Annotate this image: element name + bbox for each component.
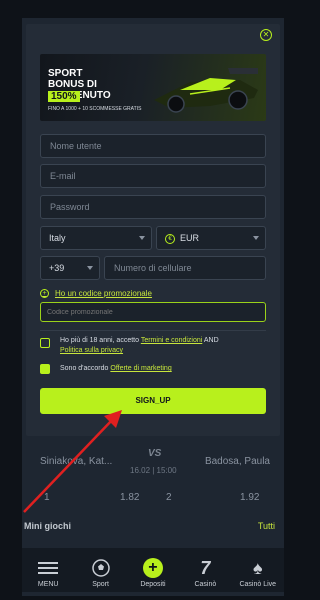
nav-label-menu: MENU (37, 581, 59, 588)
race-car-image (154, 68, 258, 113)
promo-toggle-label: Ho un codice promozionale (55, 289, 152, 298)
email-field[interactable] (40, 164, 266, 188)
chevron-down-icon (87, 266, 93, 270)
soccer-ball-icon (91, 558, 110, 578)
nav-label-deposits: Depositi (140, 581, 166, 588)
currency-select[interactable]: € EUR (156, 226, 266, 250)
nav-item-deposits[interactable]: + Depositi (129, 558, 177, 588)
country-value: Italy (49, 233, 66, 243)
divider (40, 330, 266, 331)
phone-number-field[interactable] (104, 256, 266, 280)
welcome-bonus-banner: SPORT BONUS DI BENVENUTO 150% FINO A 100… (40, 54, 266, 121)
terms-link[interactable]: Termini e condizioni (141, 337, 202, 344)
banner-subtitle: FINO A 1000 + 10 SCOMMESSE GRATIS (48, 106, 142, 112)
age-text-mid: AND (202, 337, 219, 344)
background-match-card: Siniakova, Kat... VS 16.02 | 15:00 Bados… (30, 440, 280, 560)
plus-circle-icon: + (40, 289, 49, 298)
nav-item-casino[interactable]: 7 Casinò (181, 557, 229, 589)
signup-modal: ✕ SPORT BONUS DI BENVENUTO 150% FINO A 1… (26, 24, 280, 436)
seven-icon: 7 (200, 557, 211, 578)
privacy-link[interactable]: Politica sulla privacy (60, 347, 123, 354)
team-right: Badosa, Paula (204, 456, 270, 467)
match-date: 16.02 | 15:00 (130, 466, 177, 475)
plus-icon: + (142, 558, 163, 578)
chevron-down-icon (253, 236, 259, 240)
menu-icon (38, 558, 59, 578)
country-select[interactable]: Italy (40, 226, 152, 250)
odds-label-2: 2 (166, 492, 172, 503)
username-field[interactable] (40, 134, 266, 158)
age-terms-checkbox[interactable] (40, 338, 50, 348)
banner-percent: 150% (48, 91, 80, 102)
phone-prefix-value: +39 (49, 263, 65, 273)
chevron-down-icon (139, 236, 145, 240)
password-field[interactable] (40, 195, 266, 219)
spade-icon: ♠ (252, 557, 263, 578)
mini-games-title: Mini giochi (24, 521, 71, 531)
nav-label-live-casino: Casinò Live (239, 581, 277, 588)
age-text-prefix: Ho più di 18 anni, accetto (60, 337, 141, 344)
marketing-text-prefix: Sono d'accordo (60, 365, 111, 372)
team-left: Siniakova, Kat... (40, 456, 113, 467)
promo-code-toggle[interactable]: + Ho un codice promozionale (40, 289, 152, 298)
signup-button[interactable]: SIGN_UP (40, 388, 266, 414)
marketing-checkbox[interactable] (40, 364, 50, 374)
euro-icon: € (165, 233, 175, 244)
age-terms-text: Ho più di 18 anni, accetto Termini e con… (60, 336, 219, 356)
odds-label-1: 1 (44, 492, 50, 503)
versus-label: VS (148, 448, 162, 459)
banner-title-line1: SPORT (48, 68, 83, 79)
nav-label-sport: Sport (92, 581, 109, 588)
marketing-row: Sono d'accordo Offerte di marketing (40, 364, 172, 374)
nav-item-live-casino[interactable]: ♠ Casinò Live (234, 557, 282, 589)
nav-label-casino: Casinò (194, 581, 217, 588)
phone-prefix-select[interactable]: +39 (40, 256, 100, 280)
odds-value-2[interactable]: 1.92 (240, 492, 259, 503)
bottom-nav: MENU Sport + Depositi 7 Casinò ♠ Casinò … (22, 548, 284, 592)
odds-value-1[interactable]: 1.82 (120, 492, 139, 503)
marketing-text: Sono d'accordo Offerte di marketing (60, 364, 172, 374)
promo-code-field[interactable] (40, 302, 266, 322)
see-all-link[interactable]: Tutti (258, 521, 275, 531)
nav-item-sport[interactable]: Sport (77, 558, 125, 588)
nav-item-menu[interactable]: MENU (24, 558, 72, 588)
close-icon[interactable]: ✕ (260, 29, 272, 41)
age-terms-row: Ho più di 18 anni, accetto Termini e con… (40, 336, 266, 356)
marketing-link[interactable]: Offerte di marketing (110, 365, 171, 372)
currency-value: EUR (180, 233, 200, 243)
